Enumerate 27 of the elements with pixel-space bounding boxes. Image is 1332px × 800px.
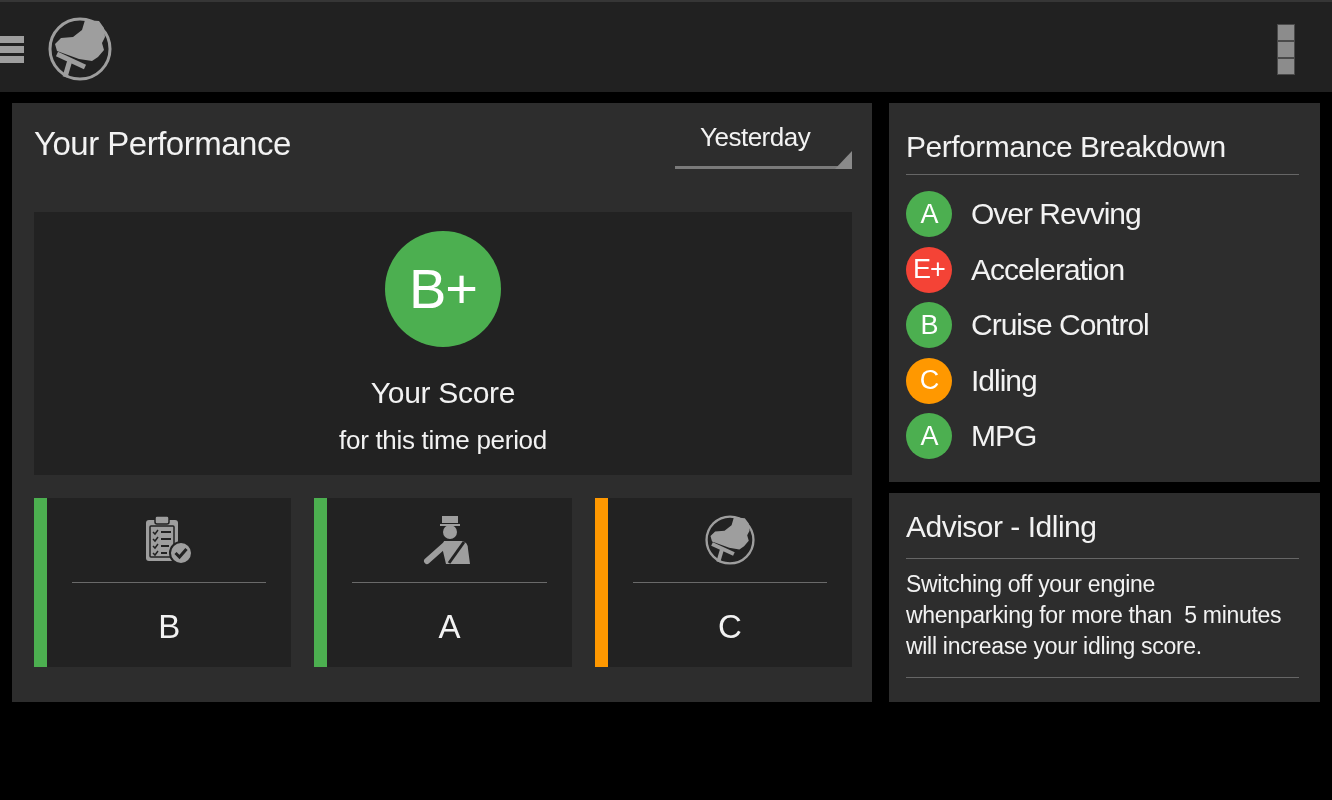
clipboard-check-icon <box>145 515 194 565</box>
menu-icon[interactable] <box>0 35 24 63</box>
grade-badge: A <box>906 191 952 237</box>
metric-label: MPG <box>971 418 1037 454</box>
grade-badge: B <box>906 302 952 348</box>
category-grade: C <box>717 607 742 647</box>
grade-badge: C <box>906 357 952 404</box>
category-grade: A <box>438 607 461 647</box>
panel-title: Performance Breakdown <box>906 129 1227 165</box>
foot-pedal-icon <box>48 17 112 81</box>
metric-label: Idling <box>971 362 1037 399</box>
score-grade-badge: B+ <box>385 231 501 347</box>
category-grade: B <box>158 607 181 647</box>
score-label: Your Score <box>370 375 516 411</box>
metric-label: Cruise Control <box>971 307 1149 343</box>
overflow-menu-icon[interactable] <box>1277 23 1295 75</box>
foot-pedal-icon <box>702 515 757 565</box>
dropdown-triangle-icon <box>835 151 852 169</box>
period-dropdown[interactable]: Yesterday <box>675 120 852 169</box>
metric-label: Over Revving <box>971 196 1141 232</box>
metric-label: Acceleration <box>971 251 1125 288</box>
advice-text: Switching off your engine whenparking for more than 5 minutes will increase your idling score. <box>906 570 1283 661</box>
panel-title: Advisor - Idling <box>906 509 1098 545</box>
grade-badge: E+ <box>906 246 952 293</box>
grade-badge: A <box>906 413 952 459</box>
score-caption: for this time period <box>339 424 547 456</box>
panel-title: Your Performance <box>34 124 291 164</box>
